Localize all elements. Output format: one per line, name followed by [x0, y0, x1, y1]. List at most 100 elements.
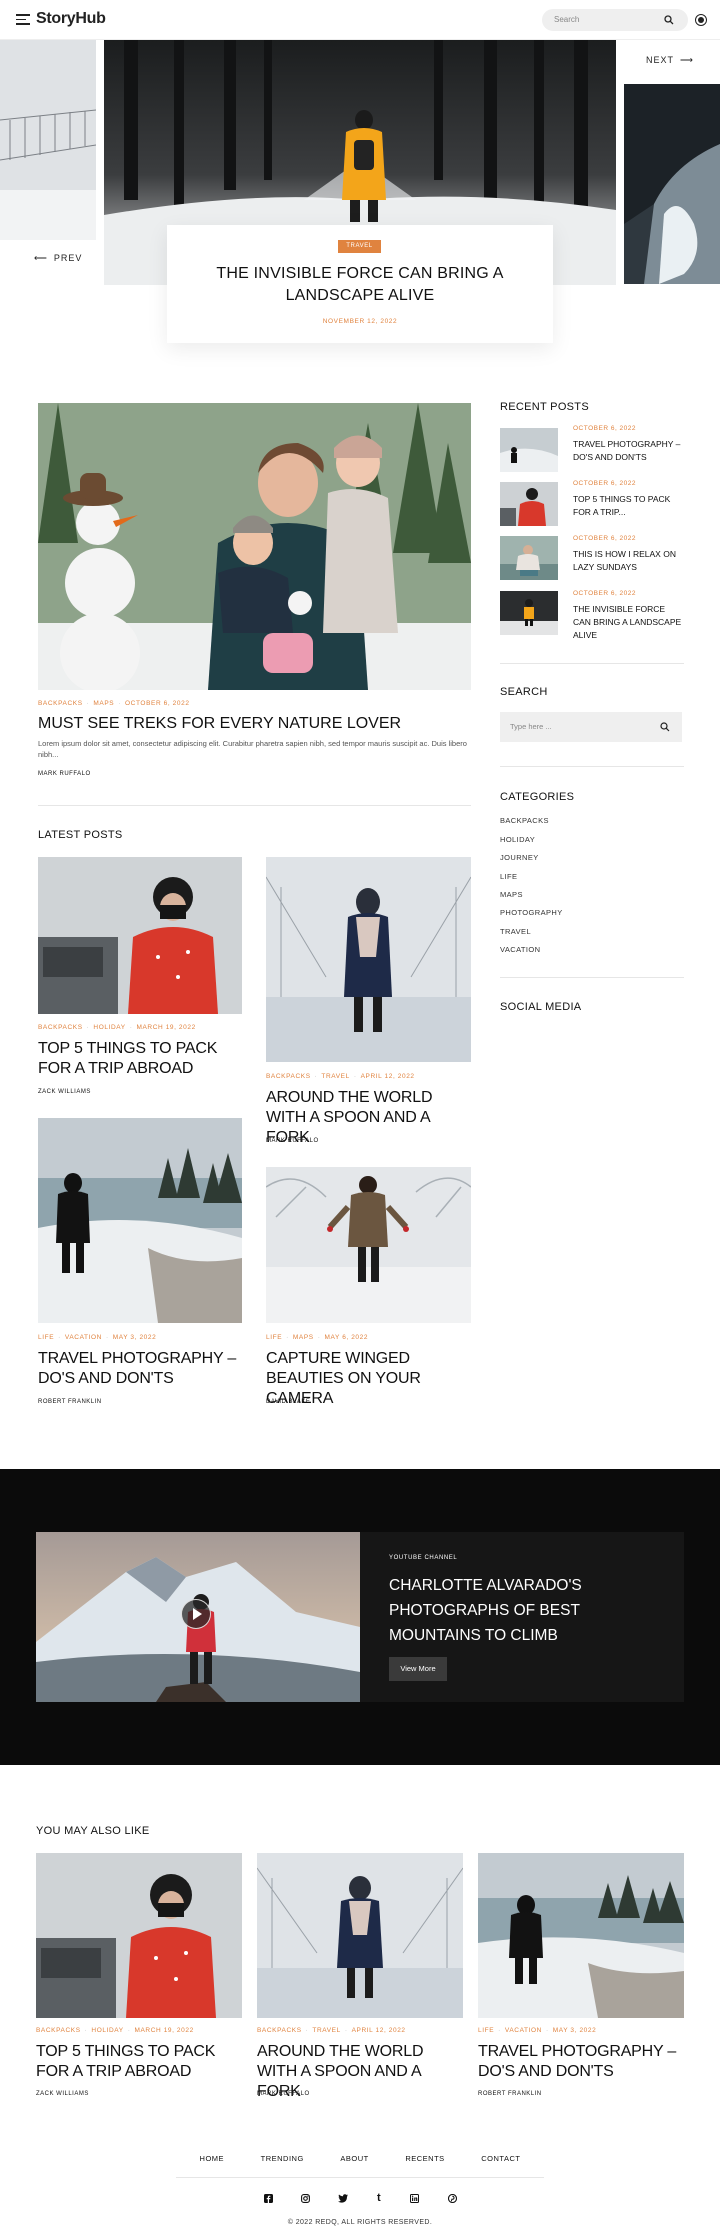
- also-post-2-image[interactable]: [257, 1853, 463, 2018]
- footer-nav-recents[interactable]: RECENTS: [405, 2154, 444, 2163]
- recent-post-4-thumb: [500, 591, 558, 635]
- latest-post-1-title[interactable]: TOP 5 THINGS TO PACK FOR A TRIP ABROAD: [38, 1039, 242, 1079]
- featured-meta-category-1[interactable]: BACKPACKS: [38, 700, 83, 707]
- arrow-right-icon: ⟶: [680, 55, 694, 65]
- copyright: © 2022 REDQ, ALL RIGHTS RESERVED.: [287, 2219, 433, 2226]
- footer-social: t: [258, 2192, 464, 2206]
- sidebar-search-input[interactable]: Type here ...: [510, 722, 552, 731]
- recent-post-3-title[interactable]: THIS IS HOW I RELAX ON LAZY SUNDAYS: [573, 548, 684, 574]
- linkedin-icon[interactable]: [410, 2194, 419, 2203]
- site-logo[interactable]: StoryHub: [36, 10, 106, 28]
- category-link[interactable]: LIFE: [500, 872, 517, 881]
- hero-prev-image: [0, 40, 96, 240]
- also-post-3-author[interactable]: ROBERT FRANKLIN: [478, 2091, 542, 2097]
- header-search[interactable]: Search: [542, 9, 688, 31]
- recent-post-4-date: OCTOBER 6, 2022: [573, 590, 637, 597]
- hero-next-button[interactable]: NEXT ⟶: [646, 55, 694, 66]
- recent-post-4[interactable]: OCTOBER 6, 2022 THE INVISIBLE FORCE CAN …: [500, 588, 684, 640]
- divider: [500, 766, 684, 767]
- category-link[interactable]: JOURNEY: [500, 853, 539, 862]
- hero-prev-button[interactable]: ⟵ PREV: [34, 253, 82, 264]
- latest-post-1-image[interactable]: [38, 857, 242, 1014]
- categories-heading: CATEGORIES: [500, 791, 575, 803]
- also-post-3-image[interactable]: [478, 1853, 684, 2018]
- recent-post-3-date: OCTOBER 6, 2022: [573, 535, 637, 542]
- latest-post-1-meta: BACKPACKS · HOLIDAY · MARCH 19, 2022: [38, 1024, 196, 1031]
- latest-post-3-image[interactable]: [38, 1118, 242, 1323]
- featured-title[interactable]: MUST SEE TREKS FOR EVERY NATURE LOVER: [38, 714, 471, 734]
- featured-meta-category-2[interactable]: MAPS: [93, 700, 114, 707]
- latest-post-2-author[interactable]: MARK RUFFALO: [266, 1138, 319, 1144]
- header-search-input[interactable]: Search: [554, 15, 579, 24]
- latest-post-1-author[interactable]: ZACK WILLIAMS: [38, 1089, 91, 1095]
- also-post-1-meta: BACKPACKS · HOLIDAY · MARCH 19, 2022: [36, 2027, 194, 2034]
- category-link[interactable]: BACKPACKS: [500, 816, 549, 825]
- hero-next-image: [624, 84, 720, 284]
- also-post-1-author[interactable]: ZACK WILLIAMS: [36, 2091, 89, 2097]
- instagram-icon[interactable]: [301, 2194, 310, 2203]
- site-header: StoryHub Search: [0, 0, 720, 40]
- recent-post-2-date: OCTOBER 6, 2022: [573, 480, 637, 487]
- recent-post-2[interactable]: OCTOBER 6, 2022 TOP 5 THINGS TO PACK FOR…: [500, 478, 684, 528]
- featured-author[interactable]: MARK RUFFALO: [38, 771, 91, 777]
- recent-post-1-thumb: [500, 428, 558, 472]
- latest-post-3-author[interactable]: ROBERT FRANKLIN: [38, 1399, 102, 1405]
- facebook-icon[interactable]: [264, 2194, 273, 2203]
- recent-post-3-thumb: [500, 536, 558, 580]
- also-post-3-title[interactable]: TRAVEL PHOTOGRAPHY – DO'S AND DON'TS: [478, 2042, 684, 2082]
- hero-category-badge[interactable]: TRAVEL: [338, 240, 381, 253]
- video-section: YOUTUBE CHANNEL CHARLOTTE ALVARADO'S PHO…: [0, 1469, 720, 1765]
- featured-excerpt: Lorem ipsum dolor sit amet, consectetur …: [38, 739, 467, 759]
- sidebar-search[interactable]: Type here ...: [500, 712, 682, 742]
- search-heading: SEARCH: [500, 686, 548, 698]
- footer-nav-home[interactable]: HOME: [200, 2154, 225, 2163]
- recent-post-3[interactable]: OCTOBER 6, 2022 THIS IS HOW I RELAX ON L…: [500, 533, 684, 583]
- category-link[interactable]: PHOTOGRAPHY: [500, 908, 563, 917]
- video-card: YOUTUBE CHANNEL CHARLOTTE ALVARADO'S PHO…: [360, 1532, 684, 1702]
- search-icon[interactable]: [660, 722, 670, 732]
- latest-post-2-image[interactable]: [266, 857, 471, 1062]
- featured-image[interactable]: [38, 403, 471, 690]
- also-post-3-meta: LIFE · VACATION · MAY 3, 2022: [478, 2027, 597, 2034]
- video-thumbnail[interactable]: [36, 1532, 360, 1702]
- hero-date: NOVEMBER 12, 2022: [322, 318, 398, 325]
- hero-title[interactable]: THE INVISIBLE FORCE CAN BRING A LANDSCAP…: [207, 263, 513, 307]
- also-post-1-image[interactable]: [36, 1853, 242, 2018]
- tumblr-icon[interactable]: t: [377, 2191, 381, 2205]
- recent-posts-heading: RECENT POSTS: [500, 401, 589, 413]
- menu-icon[interactable]: [16, 14, 30, 25]
- category-link[interactable]: TRAVEL: [500, 927, 531, 936]
- recent-post-4-title[interactable]: THE INVISIBLE FORCE CAN BRING A LANDSCAP…: [573, 603, 684, 642]
- recent-post-1-title[interactable]: TRAVEL PHOTOGRAPHY – DO'S AND DON'TS: [573, 438, 684, 464]
- play-icon: [192, 1607, 202, 1620]
- divider: [500, 663, 684, 664]
- theme-toggle[interactable]: [695, 14, 707, 26]
- also-post-1-title[interactable]: TOP 5 THINGS TO PACK FOR A TRIP ABROAD: [36, 2042, 246, 2082]
- video-label: YOUTUBE CHANNEL: [389, 1555, 458, 1561]
- latest-post-4-image[interactable]: [266, 1167, 471, 1323]
- category-link[interactable]: VACATION: [500, 945, 540, 954]
- view-more-button[interactable]: View More: [389, 1657, 447, 1681]
- footer-nav-contact[interactable]: CONTACT: [481, 2154, 520, 2163]
- arrow-left-icon: ⟵: [34, 253, 48, 263]
- twitter-icon[interactable]: [338, 2194, 348, 2203]
- also-post-2-author[interactable]: MARK RUFFALO: [257, 2091, 310, 2097]
- search-icon[interactable]: [664, 15, 674, 25]
- footer-nav-about[interactable]: ABOUT: [340, 2154, 368, 2163]
- recent-post-1[interactable]: OCTOBER 6, 2022 TRAVEL PHOTOGRAPHY – DO'…: [500, 423, 684, 473]
- also-heading: YOU MAY ALSO LIKE: [36, 1825, 150, 1837]
- divider: [176, 2177, 544, 2178]
- video-title[interactable]: CHARLOTTE ALVARADO'S PHOTOGRAPHS OF BEST…: [389, 1573, 609, 1648]
- play-button[interactable]: [181, 1599, 211, 1629]
- recent-post-2-title[interactable]: TOP 5 THINGS TO PACK FOR A TRIP...: [573, 493, 684, 519]
- category-link[interactable]: HOLIDAY: [500, 835, 535, 844]
- featured-meta-date: OCTOBER 6, 2022: [125, 700, 190, 707]
- latest-post-3-title[interactable]: TRAVEL PHOTOGRAPHY – DO'S AND DON'TS: [38, 1349, 242, 1389]
- latest-post-4-meta: LIFE · MAPS · MAY 6, 2022: [266, 1334, 369, 1341]
- latest-post-2-meta: BACKPACKS · TRAVEL · APRIL 12, 2022: [266, 1073, 415, 1080]
- footer-nav-trending[interactable]: TRENDING: [261, 2154, 304, 2163]
- category-link[interactable]: MAPS: [500, 890, 523, 899]
- hero-card: TRAVEL THE INVISIBLE FORCE CAN BRING A L…: [167, 225, 553, 343]
- latest-post-4-author[interactable]: DAVID BLAKE: [266, 1399, 310, 1405]
- pinterest-icon[interactable]: [448, 2194, 457, 2203]
